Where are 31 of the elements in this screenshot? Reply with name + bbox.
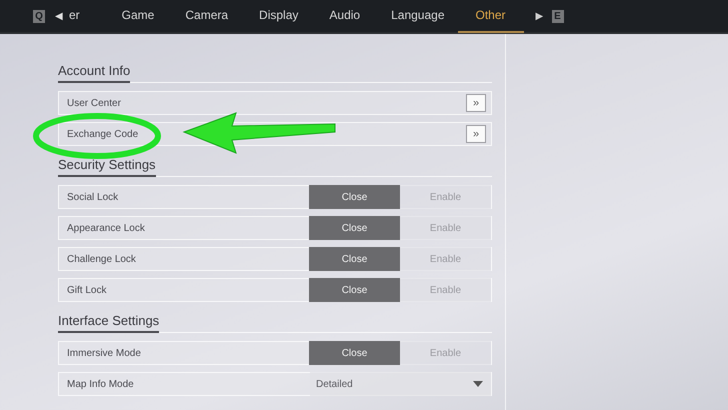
setting-label: Immersive Mode xyxy=(66,348,142,358)
tab[interactable]: Other xyxy=(458,0,524,33)
tab[interactable]: Display xyxy=(253,0,304,33)
key-hint: E xyxy=(552,10,564,22)
open-button[interactable]: » xyxy=(466,125,486,143)
toggle-option[interactable]: Close xyxy=(309,341,400,365)
tab[interactable]: Language xyxy=(385,0,450,33)
setting-label: User Center xyxy=(66,98,122,108)
tab[interactable]: Camera xyxy=(179,0,234,33)
toggle-option[interactable]: Close xyxy=(309,185,400,209)
section-title: Security Settings xyxy=(58,157,156,177)
key-hint: Q xyxy=(33,10,45,22)
toggle-option[interactable]: Close xyxy=(309,278,400,302)
setting-label: Map Info Mode xyxy=(66,378,135,390)
setting-label: Social Lock xyxy=(66,192,120,202)
tab[interactable]: Game xyxy=(116,0,160,33)
toggle-option[interactable]: Close xyxy=(309,216,400,240)
caret-icon xyxy=(473,381,483,387)
open-button[interactable]: » xyxy=(466,94,486,112)
setting-label: Challenge Lock xyxy=(66,254,137,264)
scroll-left-button[interactable]: ◀ xyxy=(55,10,63,22)
setting-label: Gift Lock xyxy=(66,284,108,296)
tab[interactable]: er xyxy=(67,0,82,33)
scroll-right-button[interactable]: ▶ xyxy=(536,10,544,22)
dropdown[interactable]: Detailed xyxy=(310,372,491,396)
section-title: Account Info xyxy=(58,63,130,83)
section-title: Interface Settings xyxy=(58,313,160,333)
setting-label: Exchange Code xyxy=(66,128,140,140)
setting-label: Appearance Lock xyxy=(66,222,146,234)
tab[interactable]: Audio xyxy=(323,0,366,33)
toggle-option[interactable]: Close xyxy=(309,247,400,271)
